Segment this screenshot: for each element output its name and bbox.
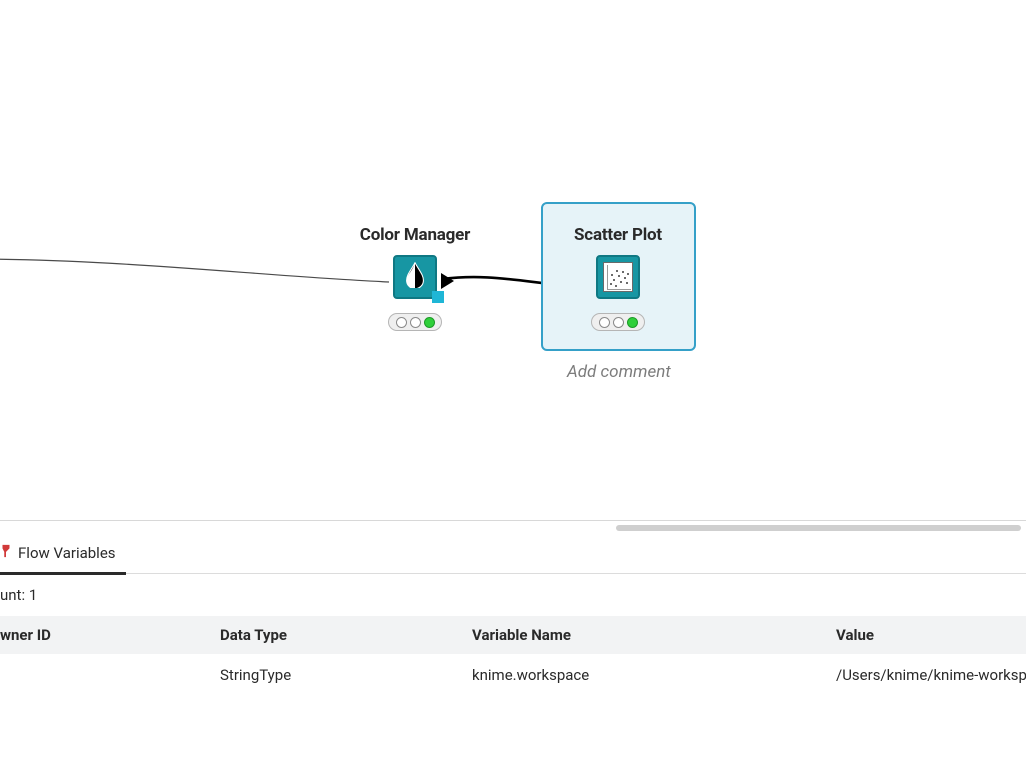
- tab-label: Flow Variables: [18, 544, 116, 562]
- cell-value: /Users/knime/knime-workspace: [836, 666, 1026, 684]
- status-dot-green: [424, 317, 435, 328]
- panel-divider: [0, 520, 1026, 521]
- tab-flow-variables[interactable]: Flow Variables: [0, 534, 126, 575]
- workflow-canvas[interactable]: Color Manager Scatter Plot: [0, 0, 1026, 520]
- status-dot-red: [599, 317, 610, 328]
- status-dot-yellow: [410, 317, 421, 328]
- table-header: wner ID Data Type Variable Name Value: [0, 616, 1026, 654]
- col-owner-id[interactable]: wner ID: [0, 626, 220, 644]
- status-dot-red: [396, 317, 407, 328]
- node-tile[interactable]: [393, 255, 437, 299]
- cell-variable-name: knime.workspace: [472, 666, 836, 684]
- droplet-icon: [402, 262, 428, 292]
- node-tile[interactable]: [596, 255, 640, 299]
- col-data-type[interactable]: Data Type: [220, 626, 472, 644]
- table-row[interactable]: StringType knime.workspace /Users/knime/…: [0, 654, 1026, 696]
- scrollbar-thumb[interactable]: [616, 525, 1021, 531]
- add-comment-hint[interactable]: Add comment: [567, 362, 671, 382]
- node-scatter-plot[interactable]: Scatter Plot: [543, 225, 693, 331]
- row-count-label: unt: 1: [0, 574, 1026, 616]
- workflow-edges: [0, 0, 1026, 520]
- status-dot-yellow: [613, 317, 624, 328]
- node-title: Color Manager: [360, 225, 470, 245]
- panel-tab-row: Flow Variables: [0, 534, 1026, 574]
- status-dot-green: [627, 317, 638, 328]
- cell-owner-id: [0, 666, 220, 684]
- node-status-traffic-light: [388, 313, 442, 331]
- node-status-traffic-light: [591, 313, 645, 331]
- color-output-port: [432, 291, 444, 303]
- node-title: Scatter Plot: [574, 225, 662, 245]
- flow-variables-panel: Flow Variables unt: 1 wner ID Data Type …: [0, 534, 1026, 768]
- col-value[interactable]: Value: [836, 626, 1026, 644]
- cell-data-type: StringType: [220, 666, 472, 684]
- flow-variable-icon: [0, 544, 12, 562]
- col-variable-name[interactable]: Variable Name: [472, 626, 836, 644]
- node-color-manager[interactable]: Color Manager: [340, 225, 490, 331]
- scatter-plot-icon: [603, 262, 633, 292]
- canvas-horizontal-scrollbar[interactable]: [0, 522, 1026, 532]
